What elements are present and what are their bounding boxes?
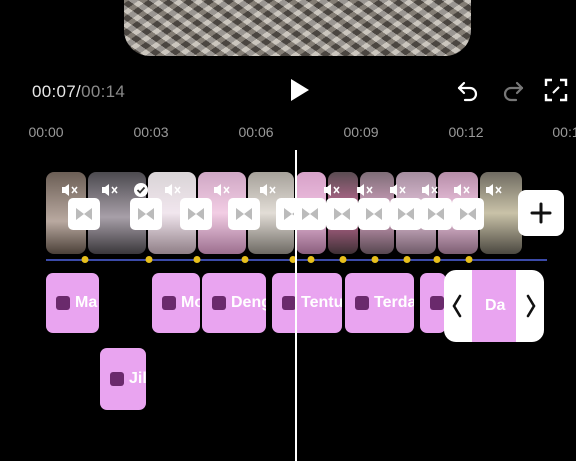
transition-button[interactable] xyxy=(390,198,422,230)
text-clip-icon xyxy=(110,372,124,386)
text-clip-label: Terda xyxy=(374,294,414,311)
mute-icon xyxy=(165,184,181,196)
keyframe-dot[interactable] xyxy=(433,256,441,263)
transition-icon xyxy=(138,208,154,220)
text-clip[interactable]: Terda xyxy=(345,273,414,333)
text-clip[interactable]: Ma xyxy=(46,273,99,333)
video-editor-timeline: 00:07/00:14 00:00 00:03 00:06 00:09 00:1… xyxy=(0,0,576,461)
transition-button[interactable] xyxy=(452,198,484,230)
text-clip-icon xyxy=(212,296,226,310)
keyframe-dot[interactable] xyxy=(307,256,315,263)
transition-button[interactable] xyxy=(130,198,162,230)
chevron-right-icon[interactable] xyxy=(524,292,538,320)
total-time: 00:14 xyxy=(81,82,126,101)
playhead[interactable] xyxy=(295,150,297,461)
transition-button[interactable] xyxy=(294,198,326,230)
text-clip[interactable]: Jil xyxy=(100,348,146,410)
text-clip-label: Da xyxy=(485,297,506,314)
keyframe-dot[interactable] xyxy=(403,256,411,263)
text-clip[interactable]: Mo xyxy=(152,273,200,333)
mute-icon xyxy=(486,184,502,196)
keyframe-dot[interactable] xyxy=(241,256,249,263)
transition-button[interactable] xyxy=(180,198,212,230)
ruler-tick: 00:09 xyxy=(343,124,379,140)
mute-icon xyxy=(454,184,470,196)
text-clip-icon xyxy=(56,296,70,310)
keyframe-dot[interactable] xyxy=(81,256,89,263)
transition-icon xyxy=(366,208,382,220)
transition-button[interactable] xyxy=(228,198,260,230)
current-time: 00:07 xyxy=(32,82,77,101)
text-clip-icon xyxy=(430,296,444,310)
keyframe-dot[interactable] xyxy=(339,256,347,263)
text-clip-label: Tentu xyxy=(301,294,342,311)
mute-icon xyxy=(422,184,438,196)
ruler-tick: 00:1 xyxy=(552,124,576,140)
mute-icon xyxy=(214,184,230,196)
fullscreen-icon[interactable] xyxy=(543,77,569,103)
time-display: 00:07/00:14 xyxy=(32,82,125,102)
play-icon[interactable] xyxy=(284,76,312,104)
mute-icon xyxy=(62,184,78,196)
transition-button[interactable] xyxy=(358,198,390,230)
keyframe-dot[interactable] xyxy=(465,256,473,263)
text-clip[interactable]: Tentu xyxy=(272,273,342,333)
text-clip[interactable]: Deng xyxy=(202,273,266,333)
mute-icon xyxy=(324,184,340,196)
chevron-left-icon[interactable] xyxy=(450,292,464,320)
video-preview[interactable] xyxy=(124,0,471,56)
transition-button[interactable] xyxy=(68,198,100,230)
keyframe-dot[interactable] xyxy=(193,256,201,263)
check-icon xyxy=(134,183,148,197)
undo-icon[interactable] xyxy=(455,77,481,103)
transition-button[interactable] xyxy=(420,198,452,230)
transition-icon xyxy=(460,208,476,220)
text-clip-label: Mo xyxy=(181,294,200,311)
ruler-tick: 00:03 xyxy=(133,124,169,140)
redo-icon[interactable] xyxy=(500,77,526,103)
time-ruler[interactable]: 00:00 00:03 00:06 00:09 00:12 00:1 xyxy=(0,124,576,144)
keyframe-dot[interactable] xyxy=(371,256,379,263)
keyframe-dot[interactable] xyxy=(145,256,153,263)
transition-icon xyxy=(236,208,252,220)
mute-icon xyxy=(357,184,373,196)
transition-icon xyxy=(302,208,318,220)
add-clip-button[interactable] xyxy=(518,190,564,236)
ruler-tick: 00:12 xyxy=(448,124,484,140)
transition-icon xyxy=(334,208,350,220)
transition-icon xyxy=(188,208,204,220)
text-clip-icon xyxy=(162,296,176,310)
mute-icon xyxy=(260,184,276,196)
selected-text-clip-body[interactable]: Da xyxy=(472,270,516,342)
plus-icon xyxy=(530,202,552,224)
text-clip-label: Ma xyxy=(75,294,98,311)
mute-icon xyxy=(390,184,406,196)
text-clip-icon xyxy=(355,296,369,310)
transition-icon xyxy=(76,208,92,220)
ruler-tick: 00:06 xyxy=(238,124,274,140)
text-clip-label: Deng xyxy=(231,294,266,311)
selected-text-clip[interactable]: Da xyxy=(444,270,544,342)
mute-icon xyxy=(102,184,118,196)
transition-button[interactable] xyxy=(326,198,358,230)
text-clip[interactable] xyxy=(420,273,446,333)
transition-icon xyxy=(398,208,414,220)
text-clip-label: Jil xyxy=(129,370,146,387)
transition-icon xyxy=(428,208,444,220)
text-clip-icon xyxy=(282,296,296,310)
ruler-tick: 00:00 xyxy=(28,124,64,140)
